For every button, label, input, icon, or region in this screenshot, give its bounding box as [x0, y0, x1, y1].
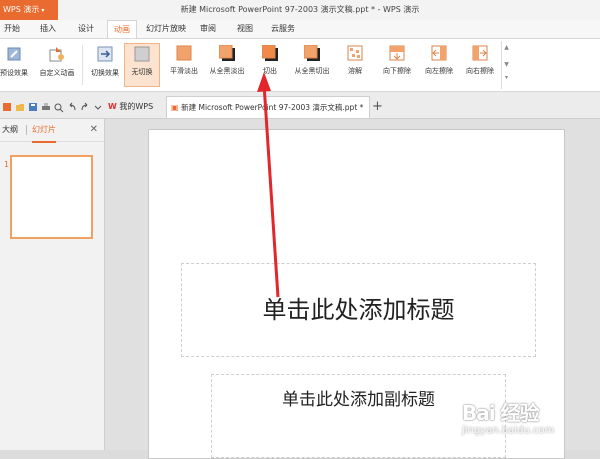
wps-logo-icon: W: [108, 102, 117, 111]
baidu-watermark: Bai 经验 jingyan.baidu.com: [462, 395, 596, 445]
transition-cut[interactable]: 切出: [252, 43, 288, 87]
preset-effect-button[interactable]: 预设效果: [0, 43, 36, 87]
document-tab-bar: W 我的WPS ▣ 新建 Microsoft PowerPoint 97-200…: [0, 92, 600, 134]
transition-none-label: 无切换: [131, 68, 153, 76]
ribbon-scroll-control[interactable]: ▲ ▼ ▾: [501, 41, 511, 89]
slide-thumbnail[interactable]: [10, 155, 93, 239]
transition-effect-icon: [96, 45, 114, 63]
slides-panel: 大纲 幻灯片 ✕ 1: [0, 119, 105, 450]
quick-access-toolbar: [2, 98, 103, 113]
tab-my-wps[interactable]: W 我的WPS: [104, 96, 162, 118]
tab-divider: [26, 125, 27, 135]
print-icon[interactable]: [41, 98, 51, 110]
chevron-down-icon[interactable]: ▼: [502, 61, 511, 68]
tab-outline[interactable]: 大纲: [2, 119, 18, 141]
transition-wipe-down[interactable]: 向下擦除: [379, 43, 415, 87]
more-icon[interactable]: [93, 98, 103, 110]
transition-wipe-down-icon: [389, 45, 405, 61]
tab-animation[interactable]: 动画: [107, 20, 137, 38]
transition-cut-black-label: 从全黑切出: [294, 67, 330, 75]
transition-fade-black-icon: [218, 44, 235, 61]
expand-icon[interactable]: ▾: [502, 74, 511, 81]
watermark-sub: jingyan.baidu.com: [462, 425, 555, 436]
transition-fade-black[interactable]: 从全黑淡出: [209, 43, 245, 87]
transition-cut-label: 切出: [263, 67, 277, 75]
watermark-main: Bai 经验: [462, 401, 540, 425]
slide-number: 1: [4, 160, 10, 169]
transition-effect-label: 切换效果: [91, 69, 119, 77]
transition-fade-icon: [176, 45, 192, 61]
transition-fade-label: 平滑淡出: [170, 67, 198, 75]
transition-wipe-left-label: 向左擦除: [425, 67, 453, 75]
close-icon[interactable]: ✕: [90, 119, 98, 141]
preset-effect-label: 预设效果: [0, 69, 28, 77]
custom-animation-icon: [48, 45, 66, 63]
panel-tabs: 大纲 幻灯片 ✕: [0, 119, 104, 143]
title-placeholder[interactable]: 单击此处添加标题: [181, 263, 536, 357]
transition-dissolve[interactable]: 溶解: [337, 43, 373, 87]
tab-current-document[interactable]: ▣ 新建 Microsoft PowerPoint 97-2003 演示文稿.p…: [166, 96, 370, 134]
redo-icon[interactable]: [80, 98, 90, 111]
transition-wipe-left-icon: [431, 45, 447, 61]
disk-icon[interactable]: [28, 98, 38, 111]
transition-cut-black[interactable]: 从全黑切出: [294, 43, 330, 87]
tab-insert[interactable]: 插入: [36, 20, 60, 38]
transition-cut-black-icon: [303, 44, 320, 61]
custom-animation-label: 自定义动画: [39, 69, 75, 77]
transition-dissolve-label: 溶解: [348, 67, 362, 75]
ppt-file-icon: ▣: [171, 103, 179, 112]
transition-wipe-down-label: 向下擦除: [383, 67, 411, 75]
transition-wipe-right-icon: [472, 45, 488, 61]
tab-design[interactable]: 设计: [74, 20, 98, 38]
window-title: 新建 Microsoft PowerPoint 97-2003 演示文稿.ppt…: [180, 5, 420, 14]
save-icon[interactable]: [2, 98, 12, 111]
tab-current-document-label: 新建 Microsoft PowerPoint 97-2003 演示文稿.ppt…: [181, 103, 364, 112]
transition-none-icon: [134, 46, 150, 62]
transition-fade-black-label: 从全黑淡出: [209, 67, 245, 75]
undo-icon[interactable]: [67, 98, 77, 111]
transition-cut-icon: [261, 44, 278, 61]
new-tab-icon[interactable]: +: [372, 96, 383, 118]
title-bar: WPS 演示 ▾ 新建 Microsoft PowerPoint 97-2003 …: [0, 0, 600, 21]
tab-my-wps-label: 我的WPS: [119, 102, 154, 111]
tab-cloud[interactable]: 云服务: [266, 20, 300, 38]
menu-bar: 开始 插入 设计 动画 幻灯片放映 审阅 视图 云服务: [0, 20, 600, 39]
folder-icon[interactable]: [15, 98, 25, 111]
tab-home[interactable]: 开始: [0, 20, 24, 38]
transition-wipe-left[interactable]: 向左擦除: [421, 43, 457, 87]
tab-slides[interactable]: 幻灯片: [32, 119, 56, 143]
preset-effect-icon: [5, 45, 23, 63]
transition-wipe-right-label: 向右擦除: [466, 67, 494, 75]
tab-review[interactable]: 审阅: [196, 20, 220, 38]
chevron-up-icon[interactable]: ▲: [502, 44, 511, 51]
transition-none[interactable]: 无切换: [124, 43, 160, 87]
transition-wipe-right[interactable]: 向右擦除: [462, 43, 498, 87]
tab-slideshow[interactable]: 幻灯片放映: [145, 20, 187, 38]
transition-effect-button[interactable]: 切换效果: [83, 43, 127, 87]
preview-icon[interactable]: [54, 98, 64, 113]
tab-view[interactable]: 视图: [233, 20, 257, 38]
transition-fade-smooth[interactable]: 平滑淡出: [166, 43, 202, 87]
transition-dissolve-icon: [347, 45, 363, 61]
title-placeholder-text: 单击此处添加标题: [262, 296, 455, 324]
custom-animation-button[interactable]: 自定义动画: [35, 43, 79, 87]
